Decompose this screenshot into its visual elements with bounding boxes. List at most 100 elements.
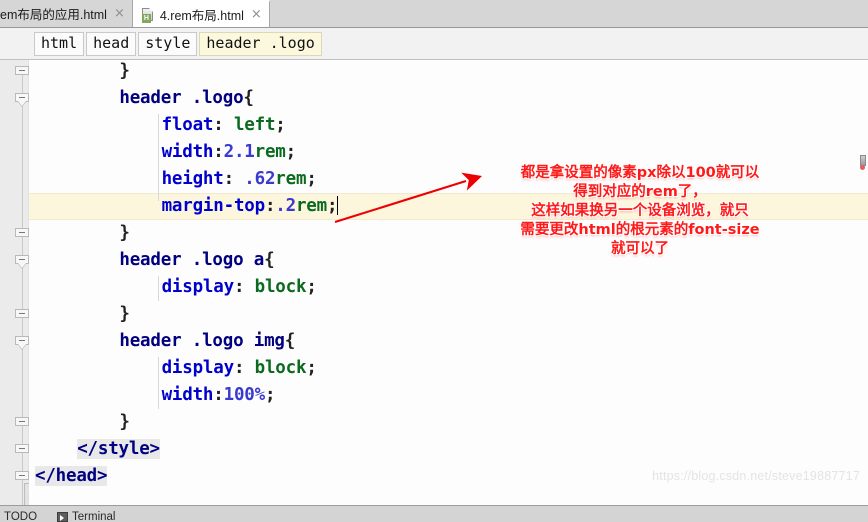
status-terminal-button[interactable]: Terminal: [57, 511, 115, 522]
fold-marker-icon[interactable]: [15, 228, 29, 239]
code-token: {: [264, 250, 275, 270]
code-line[interactable]: margin-top:.2rem;: [162, 193, 339, 220]
code-token: width: [161, 385, 214, 405]
fold-marker-icon[interactable]: [15, 66, 29, 77]
indent-guide: [157, 276, 159, 301]
code-token: width: [161, 142, 214, 162]
fold-marker-icon[interactable]: [15, 309, 29, 320]
code-token: header .logo a: [119, 250, 265, 270]
close-icon[interactable]: ×: [249, 8, 262, 21]
code-token: </style>: [77, 439, 160, 459]
editor-tab-1[interactable]: H 4.rem布局.html ×: [132, 0, 270, 27]
code-line[interactable]: header .logo a{: [119, 247, 274, 274]
editor-tab-bar: em布局的应用.html × H 4.rem布局.html ×: [0, 0, 868, 28]
indent-guide: [157, 114, 159, 201]
code-token: display: [161, 358, 235, 378]
code-token: ;: [264, 385, 276, 405]
fold-collapse-icon[interactable]: [15, 93, 29, 106]
code-token: ;: [285, 142, 297, 162]
status-terminal-label: Terminal: [72, 511, 116, 522]
breadcrumb-item-header-logo[interactable]: header .logo: [199, 31, 322, 56]
code-line[interactable]: header .logo img{: [119, 328, 295, 355]
code-line[interactable]: display: block;: [162, 274, 317, 301]
code-line[interactable]: </style>: [77, 436, 160, 463]
fold-marker-icon[interactable]: [15, 471, 29, 482]
code-line[interactable]: }: [119, 220, 130, 247]
breadcrumb-item-head[interactable]: head: [86, 31, 137, 56]
code-line[interactable]: }: [119, 301, 130, 328]
current-line-highlight: [29, 193, 868, 220]
breadcrumb-item-html[interactable]: html: [34, 31, 85, 56]
code-token: ;: [306, 277, 317, 297]
annotation-line-0: 都是拿设置的像素px除以100就可以: [520, 165, 760, 181]
code-token: margin-top: [161, 196, 266, 216]
code-token: ;: [326, 196, 338, 216]
editor-tab-0[interactable]: em布局的应用.html ×: [0, 0, 133, 27]
code-token: </head>: [35, 466, 108, 486]
fold-collapse-icon[interactable]: [15, 255, 29, 268]
code-token: :: [264, 196, 276, 216]
editor-tab-label: em布局的应用.html: [0, 8, 107, 22]
status-todo-button[interactable]: TODO: [4, 511, 37, 522]
code-token: :: [233, 358, 255, 378]
code-token: ;: [306, 169, 317, 189]
fold-collapse-icon[interactable]: [15, 336, 29, 349]
code-line[interactable]: height: .62rem;: [162, 166, 317, 193]
code-token: block: [254, 277, 307, 297]
close-icon[interactable]: ×: [112, 7, 125, 20]
code-token: .62: [244, 169, 276, 189]
breadcrumb-item-style[interactable]: style: [138, 31, 198, 56]
code-token: }: [119, 304, 130, 324]
code-token: {: [284, 331, 296, 351]
editor-gutter[interactable]: ❮: [0, 60, 40, 505]
code-line[interactable]: </head>: [35, 463, 108, 490]
code-token: float: [161, 115, 214, 135]
code-token: :: [213, 115, 234, 135]
code-editor[interactable]: ❮ }header .logo{float: left;width:2.1rem…: [0, 60, 868, 505]
code-line[interactable]: float: left;: [162, 112, 286, 139]
code-token: :: [213, 142, 224, 162]
code-token: height: [161, 169, 224, 189]
code-token: }: [119, 412, 130, 432]
code-token: left: [233, 115, 276, 135]
code-token: .2: [275, 196, 296, 216]
code-text-area[interactable]: } header .logo{float: left; width:2.1rem; h…: [29, 60, 868, 505]
code-token: :: [233, 277, 255, 297]
fold-marker-icon[interactable]: [15, 417, 29, 428]
code-line[interactable]: header .logo{: [119, 85, 254, 112]
code-line[interactable]: }: [119, 409, 130, 436]
tab-bar-filler: [269, 0, 868, 27]
fold-guide-line: [22, 66, 23, 505]
code-token: rem: [295, 196, 327, 216]
watermark: https://blog.csdn.net/steve19887717: [652, 469, 860, 483]
code-token: ;: [306, 358, 317, 378]
code-token: :: [213, 385, 224, 405]
annotation-line-3: 需要更改html的根元素的font-size: [520, 222, 760, 238]
annotation-line-4: 就可以了: [611, 241, 669, 257]
html-file-icon: H: [141, 7, 155, 23]
code-token: 2.1: [223, 142, 255, 162]
breadcrumb: html head style header .logo: [0, 28, 868, 60]
status-todo-label: TODO: [4, 511, 38, 522]
code-token: rem: [275, 169, 307, 189]
code-token: {: [243, 88, 254, 108]
error-stripe-marker[interactable]: [859, 155, 868, 171]
code-token: header .logo: [119, 88, 244, 108]
code-token: 100%: [223, 385, 266, 405]
code-token: }: [119, 61, 130, 81]
fold-marker-icon[interactable]: [15, 444, 29, 455]
code-token: }: [119, 223, 130, 243]
html-file-icon-badge: H: [141, 13, 151, 23]
ide-window: em布局的应用.html × H 4.rem布局.html × html hea…: [0, 0, 868, 522]
status-bar: TODO Terminal: [0, 505, 868, 522]
terminal-icon: [57, 512, 69, 522]
code-token: block: [254, 358, 307, 378]
code-line[interactable]: display: block;: [162, 355, 317, 382]
code-line[interactable]: }: [119, 60, 130, 85]
code-token: header .logo img: [119, 331, 285, 351]
code-line[interactable]: width:2.1rem;: [161, 139, 297, 166]
code-token: display: [161, 277, 235, 297]
text-caret: [337, 196, 339, 215]
code-line[interactable]: width:100%;: [162, 382, 276, 409]
code-token: :: [223, 169, 245, 189]
